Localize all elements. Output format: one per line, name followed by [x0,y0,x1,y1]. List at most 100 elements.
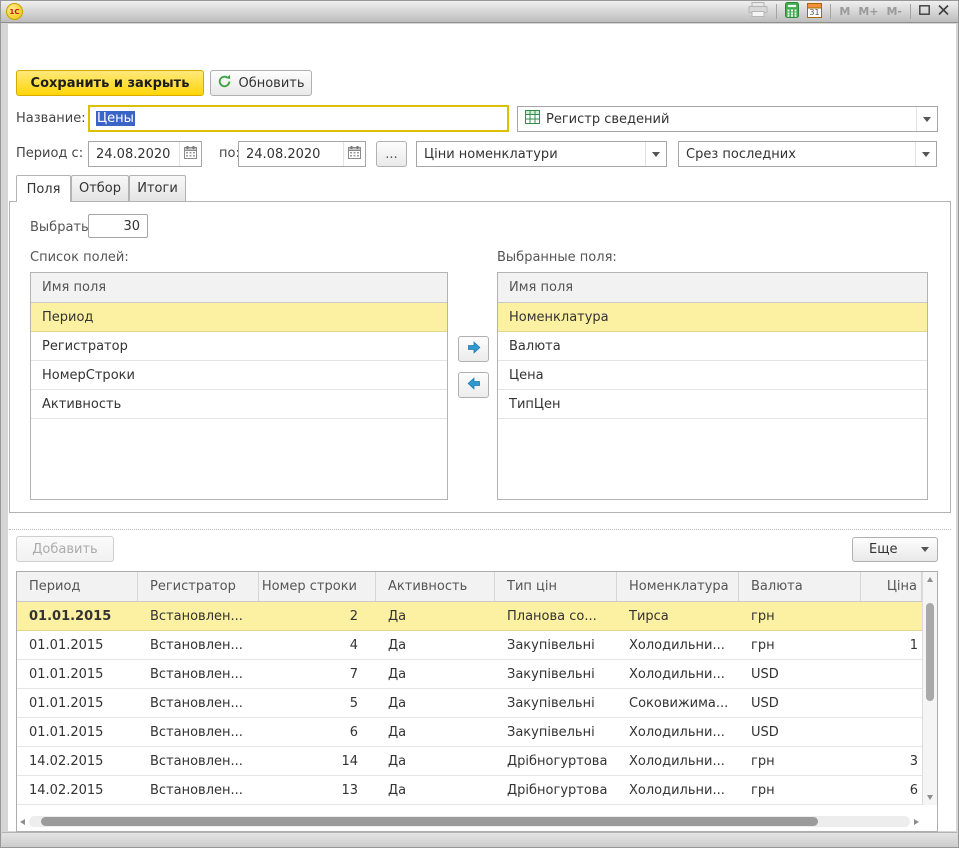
cell-period[interactable]: 14.02.2015 [17,747,138,775]
column-header[interactable]: Регистратор [138,572,259,601]
cell-registrar[interactable]: Встановлен... [138,689,259,717]
table-row[interactable]: 01.01.2015 Встановлен... 5 Да Закупівель… [17,689,922,718]
vertical-scrollbar[interactable] [922,572,937,805]
dropdown-button[interactable] [916,107,937,131]
calendar-button[interactable]: 31 [803,2,826,22]
column-header[interactable]: Ціна [861,572,922,601]
scroll-right-icon[interactable] [914,819,919,825]
add-button[interactable]: Добавить [16,536,114,562]
tab-filter[interactable]: Отбор [71,175,129,201]
list-item[interactable]: Номенклатура [498,303,927,332]
move-right-button[interactable] [458,336,489,362]
cell-registrar[interactable]: Встановлен... [138,660,259,688]
cell-price[interactable]: 6 [861,776,922,804]
cell-item[interactable]: Тирса [617,602,739,630]
cell-price[interactable] [861,602,922,630]
cell-currency[interactable]: грн [739,776,861,804]
table-row[interactable]: 01.01.2015 Встановлен... 2 Да Планова со… [17,602,922,631]
list-item[interactable]: Валюта [498,332,927,361]
select-count-input[interactable] [88,214,148,238]
cell-price-type[interactable]: Дрібногуртова [495,776,617,804]
horizontal-scroll-thumb[interactable] [41,817,818,826]
maximize-button[interactable] [915,2,934,22]
cell-active[interactable]: Да [376,631,495,659]
cell-currency[interactable]: грн [739,602,861,630]
calculator-button[interactable] [781,2,803,22]
save-and-close-button[interactable]: Сохранить и закрыть [16,70,204,96]
cell-price-type[interactable]: Закупівельні [495,660,617,688]
cell-price[interactable]: 1 [861,631,922,659]
cell-price-type[interactable]: Дрібногуртова [495,747,617,775]
tab-fields[interactable]: Поля [16,175,71,202]
cell-price-type[interactable]: Закупівельні [495,631,617,659]
column-header[interactable]: Активность [376,572,495,601]
dropdown-button[interactable] [645,142,666,166]
cell-item[interactable]: Холодильни... [617,718,739,746]
name-input[interactable]: Цены [88,105,509,132]
cell-currency[interactable]: USD [739,660,861,688]
list-column-header[interactable]: Имя поля [31,273,447,303]
refresh-button[interactable]: Обновить [210,70,312,96]
slice-mode-combo[interactable]: Срез последних [678,141,937,167]
table-row[interactable]: 14.02.2015 Встановлен... 14 Да Дрібногур… [17,747,922,776]
cell-line-number[interactable]: 5 [259,689,376,717]
list-item[interactable]: Период [31,303,447,332]
scroll-left-icon[interactable] [20,819,25,825]
dropdown-button[interactable] [915,142,936,166]
register-type-combo[interactable]: Регистр сведений [517,106,938,132]
cell-item[interactable]: Холодильни... [617,660,739,688]
vertical-scroll-thumb[interactable] [926,603,934,701]
cell-active[interactable]: Да [376,689,495,717]
cell-currency[interactable]: грн [739,747,861,775]
cell-currency[interactable]: USD [739,718,861,746]
column-header[interactable]: Валюта [739,572,861,601]
cell-price[interactable]: 3 [861,747,922,775]
cell-price[interactable] [861,660,922,688]
column-header[interactable]: Номер строки [259,572,376,601]
cell-currency[interactable]: грн [739,631,861,659]
print-button[interactable] [744,2,772,22]
register-combo[interactable]: Ціни номенклатури [416,141,667,167]
more-button[interactable]: Еще [852,537,938,562]
date-picker-button[interactable] [343,142,365,166]
list-item[interactable]: Регистратор [31,332,447,361]
list-item[interactable]: Активность [31,390,447,419]
column-header[interactable]: Номенклатура [617,572,739,601]
cell-period[interactable]: 01.01.2015 [17,660,138,688]
close-button[interactable] [934,2,953,22]
cell-period[interactable]: 01.01.2015 [17,689,138,717]
list-item[interactable]: ТипЦен [498,390,927,419]
cell-line-number[interactable]: 2 [259,602,376,630]
list-item[interactable]: НомерСтроки [31,361,447,390]
cell-line-number[interactable]: 4 [259,631,376,659]
cell-period[interactable]: 14.02.2015 [17,776,138,804]
table-row[interactable]: 01.01.2015 Встановлен... 7 Да Закупівель… [17,660,922,689]
move-left-button[interactable] [458,372,489,398]
cell-line-number[interactable]: 6 [259,718,376,746]
cell-registrar[interactable]: Встановлен... [138,776,259,804]
cell-item[interactable]: Соковижима... [617,689,739,717]
scroll-down-icon[interactable] [927,795,933,800]
table-row[interactable]: 01.01.2015 Встановлен... 6 Да Закупівель… [17,718,922,747]
scroll-up-icon[interactable] [927,577,933,582]
column-header[interactable]: Тип цін [495,572,617,601]
cell-line-number[interactable]: 13 [259,776,376,804]
period-options-button[interactable]: ... [376,141,407,167]
cell-active[interactable]: Да [376,660,495,688]
cell-price-type[interactable]: Закупівельні [495,689,617,717]
cell-registrar[interactable]: Встановлен... [138,631,259,659]
horizontal-scroll-track[interactable] [29,816,910,827]
cell-price[interactable] [861,689,922,717]
cell-item[interactable]: Холодильни... [617,747,739,775]
cell-currency[interactable]: USD [739,689,861,717]
cell-active[interactable]: Да [376,602,495,630]
period-from-input[interactable]: 24.08.2020 [88,141,202,167]
horizontal-scrollbar[interactable] [20,815,919,828]
table-row[interactable]: 14.02.2015 Встановлен... 13 Да Дрібногур… [17,776,922,805]
period-to-input[interactable]: 24.08.2020 [238,141,366,167]
list-item[interactable]: Цена [498,361,927,390]
cell-item[interactable]: Холодильни... [617,776,739,804]
tab-totals[interactable]: Итоги [129,175,186,201]
list-column-header[interactable]: Имя поля [498,273,927,303]
memory-recall-button[interactable]: M [835,2,854,22]
